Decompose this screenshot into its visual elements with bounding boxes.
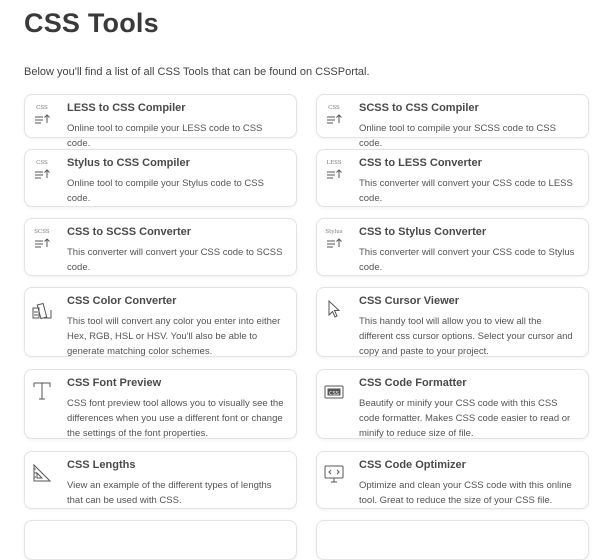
tool-description: Optimize and clean your CSS code with th… — [359, 480, 572, 506]
tool-title: SCSS to CSS Compiler — [359, 102, 479, 114]
tool-description: This tool will convert any color you ent… — [67, 316, 281, 357]
scss-convert-icon: SCSS — [31, 229, 53, 251]
tool-title: CSS Cursor Viewer — [359, 295, 460, 307]
tool-title: CSS Color Converter — [67, 295, 177, 307]
stylus-convert-icon: Stylus — [323, 229, 345, 251]
tool-title: CSS Font Preview — [67, 377, 162, 389]
tool-description: Beautify or minify your CSS code with th… — [359, 398, 571, 439]
tool-description: Online tool to compile your LESS code to… — [67, 123, 263, 149]
tool-card-code-formatter[interactable]: CSS CSS Code Formatter Beautify or minif… — [316, 369, 589, 439]
tool-card-partial[interactable] — [316, 520, 589, 560]
tool-card-scss-to-css[interactable]: CSS SCSS to CSS Compiler Online tool to … — [316, 94, 589, 149]
monitor-code-icon — [323, 462, 345, 484]
font-icon — [31, 380, 53, 402]
tool-description: CSS font preview tool allows you to visu… — [67, 398, 284, 439]
tool-description: This converter will convert your CSS cod… — [67, 247, 283, 273]
css-compile-icon: CSS — [31, 160, 53, 182]
tool-card-cursor-viewer[interactable]: CSS Cursor Viewer This handy tool will a… — [316, 287, 589, 357]
tool-title: CSS Code Formatter — [359, 377, 467, 389]
tool-card-code-optimizer[interactable]: CSS Code Optimizer Optimize and clean yo… — [316, 451, 589, 509]
tool-card-css-to-scss[interactable]: SCSS CSS to SCSS Converter This converte… — [24, 218, 297, 276]
tool-title: LESS to CSS Compiler — [67, 102, 186, 114]
color-swatch-icon — [31, 298, 53, 320]
tool-card-css-to-stylus[interactable]: Stylus CSS to Stylus Converter This conv… — [316, 218, 589, 276]
cursor-icon — [323, 298, 345, 320]
tool-card-partial[interactable] — [24, 520, 297, 560]
tool-card-css-lengths[interactable]: CSS Lengths View an example of the diffe… — [24, 451, 297, 509]
tool-description: Online tool to compile your SCSS code to… — [359, 123, 556, 149]
tool-description: This converter will convert your CSS cod… — [359, 178, 573, 204]
tool-title: CSS Code Optimizer — [359, 459, 466, 471]
tool-card-color-converter[interactable]: CSS Color Converter This tool will conve… — [24, 287, 297, 357]
tool-description: This handy tool will allow you to view a… — [359, 316, 573, 357]
css-compile-icon: CSS — [323, 105, 345, 127]
ruler-icon — [31, 462, 53, 484]
tool-title: Stylus to CSS Compiler — [67, 157, 190, 169]
tool-title: CSS Lengths — [67, 459, 136, 471]
less-convert-icon: LESS — [323, 160, 345, 182]
tool-description: View an example of the different types o… — [67, 480, 272, 506]
tool-title: CSS to Stylus Converter — [359, 226, 487, 238]
tool-card-css-to-less[interactable]: LESS CSS to LESS Converter This converte… — [316, 149, 589, 207]
css-compile-icon: CSS — [31, 105, 53, 127]
page-intro: Below you'll find a list of all CSS Tool… — [24, 66, 370, 78]
page-title: CSS Tools — [24, 8, 159, 38]
tool-card-font-preview[interactable]: CSS Font Preview CSS font preview tool a… — [24, 369, 297, 439]
tool-card-less-to-css[interactable]: CSS LESS to CSS Compiler Online tool to … — [24, 94, 297, 149]
tool-description: This converter will convert your CSS cod… — [359, 247, 575, 273]
tool-description: Online tool to compile your Stylus code … — [67, 178, 264, 204]
code-format-icon: CSS — [323, 380, 345, 402]
tool-card-stylus-to-css[interactable]: CSS Stylus to CSS Compiler Online tool t… — [24, 149, 297, 207]
tool-title: CSS to LESS Converter — [359, 157, 482, 169]
tool-title: CSS to SCSS Converter — [67, 226, 192, 238]
